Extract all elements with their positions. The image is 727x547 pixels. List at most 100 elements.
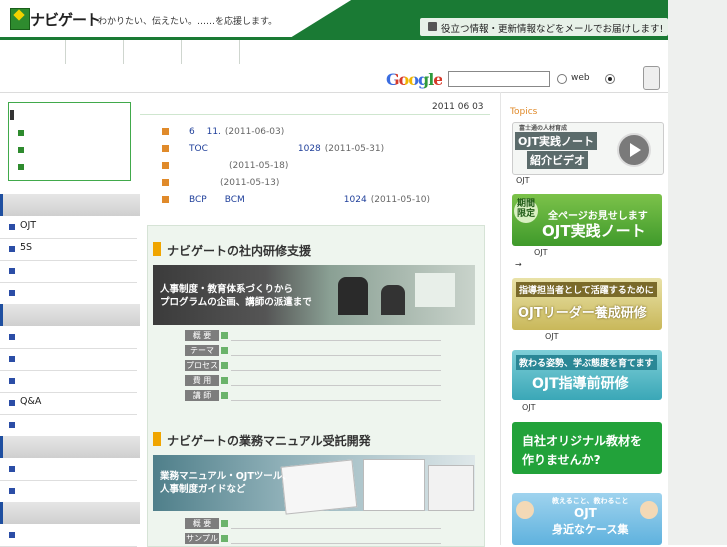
nav-tab-2[interactable] [66,40,124,64]
search-input[interactable] [448,71,550,87]
spec-label[interactable]: 概 要 [185,518,219,529]
photo-document [428,465,474,511]
spec-row[interactable]: プロセス [185,360,445,372]
spec-label[interactable]: サンプル [185,533,219,544]
play-icon[interactable] [617,133,651,167]
banner-subtitle: OJT指導前研修 [532,376,629,392]
banner-ojt-cases[interactable]: 教えること、教わること OJT 身近なケース集 [512,493,662,545]
left-box-link-3[interactable] [18,164,24,170]
left-menu-item[interactable] [0,524,137,547]
arrow-icon [9,246,15,252]
mail-newsletter-text[interactable]: 役立つ情報・更新情報などをメールでお届けします! [441,21,663,35]
news-bullet-icon [162,162,169,169]
left-feature-box [8,102,131,181]
logo-icon[interactable] [10,8,30,30]
banner-caption-arrow[interactable]: → [515,260,522,269]
news-bullet-icon [162,179,169,186]
left-menu-item[interactable] [0,370,137,393]
banner-caption: OJT [534,248,548,257]
left-box-marker [10,110,14,120]
spec-label[interactable]: テーマ [185,345,219,356]
left-menu-label: 5S [20,242,33,253]
plus-icon[interactable] [221,520,228,527]
news-date: (2011-05-31) [324,144,385,154]
section-title-manual[interactable]: ナビゲートの業務マニュアル受託開発 [167,432,371,449]
news-item[interactable]: TOC 1028 (2011-05-31) [162,141,384,154]
plus-icon[interactable] [221,332,228,339]
spec-label[interactable]: 費 用 [185,375,219,386]
left-menu-item[interactable] [0,348,137,371]
news-title[interactable]: TOC 1028 [189,144,321,154]
plus-icon[interactable] [221,535,228,542]
right-margin [668,0,727,545]
banner-ojt-pre-training[interactable]: 教わる姿勢、学ぶ態度を育てます OJT指導前研修 [512,350,662,400]
limited-time-badge: 期間限定 [514,199,538,223]
arrow-icon [9,400,15,406]
plus-icon[interactable] [221,392,228,399]
news-title[interactable]: BCP BCM 1024 [189,195,367,205]
nav-tab-1[interactable] [0,40,66,64]
left-menu-item[interactable]: OJT [0,216,137,239]
spec-row[interactable]: 講 師 [185,390,445,402]
section-marker [153,432,161,446]
arrow-icon [9,466,15,472]
left-menu-item[interactable]: Q&A [0,392,137,415]
spec-row[interactable]: サンプル [185,533,445,545]
spec-label[interactable]: 概 要 [185,330,219,341]
search-button[interactable] [643,66,660,90]
spec-label[interactable]: 講 師 [185,390,219,401]
banner-ojt-video[interactable]: 富士通の人材育成 OJT実践ノート 紹介ビデオ [512,122,664,175]
left-box-link-1[interactable] [18,130,24,136]
search-scope-web-label: web [571,73,590,83]
plus-icon[interactable] [221,347,228,354]
section-title-training[interactable]: ナビゲートの社内研修支援 [167,242,311,259]
banner-ojt-note[interactable]: 期間限定 全ページお見せします OJT実践ノート [512,194,662,246]
training-photo-caption-2: プログラムの企画、講師の派遣まで [160,297,312,308]
left-menu-item[interactable] [0,480,137,503]
left-box-link-2[interactable] [18,147,24,153]
plus-icon[interactable] [221,377,228,384]
left-menu-item[interactable] [0,326,137,349]
topics-heading: Topics [510,107,538,117]
left-menu-item[interactable] [0,458,137,481]
banner-original-material[interactable]: 自社オリジナル教材を 作りませんか? [512,422,662,474]
spec-divider [231,385,441,386]
search-scope-web-radio[interactable] [557,74,567,84]
logo-text[interactable]: ナビゲート [30,9,101,30]
news-item[interactable]: BCP BCM 1024 (2011-05-10) [162,192,430,205]
news-bullet-icon [162,128,169,135]
left-menu-item[interactable] [0,282,137,305]
arrow-icon [9,290,15,296]
spec-row[interactable]: 概 要 [185,518,445,530]
spec-row[interactable]: 概 要 [185,330,445,342]
plus-icon[interactable] [221,362,228,369]
left-menu-item[interactable] [0,260,137,283]
arrow-icon [9,378,15,384]
nav-tab-3[interactable] [124,40,182,64]
search-scope-site-radio[interactable] [605,74,615,84]
arrow-icon [9,532,15,538]
photo-whiteboard [415,273,455,307]
arrow-icon [9,356,15,362]
spec-label[interactable]: プロセス [185,360,219,371]
news-title[interactable]: 6 11. [189,127,221,137]
arrow-icon [9,224,15,230]
spec-divider [231,543,441,544]
mail-icon [428,22,437,31]
left-menu-item[interactable] [0,414,137,437]
news-item[interactable]: 6 11. (2011-06-03) [162,124,284,137]
news-title[interactable] [189,161,225,171]
manual-photo-caption-1: 業務マニュアル・OJTツール、 [160,471,292,482]
spec-row[interactable]: テーマ [185,345,445,357]
news-item[interactable]: (2011-05-13) [162,175,279,188]
news-title[interactable] [189,178,216,188]
banner-ojt-leader[interactable]: 指導担当者として活躍するために OJTリーダー養成研修 [512,278,662,330]
spec-row[interactable]: 費 用 [185,375,445,387]
banner-subtitle: OJT [574,506,597,520]
left-menu-item[interactable]: 5S [0,238,137,261]
left-menu-heading [0,502,140,524]
banner-small-text: 富士通の人材育成 [519,125,568,132]
news-item[interactable]: (2011-05-18) [162,158,288,171]
nav-tab-4[interactable] [182,40,240,64]
banner-title: 指導担当者として活躍するために [516,282,657,297]
